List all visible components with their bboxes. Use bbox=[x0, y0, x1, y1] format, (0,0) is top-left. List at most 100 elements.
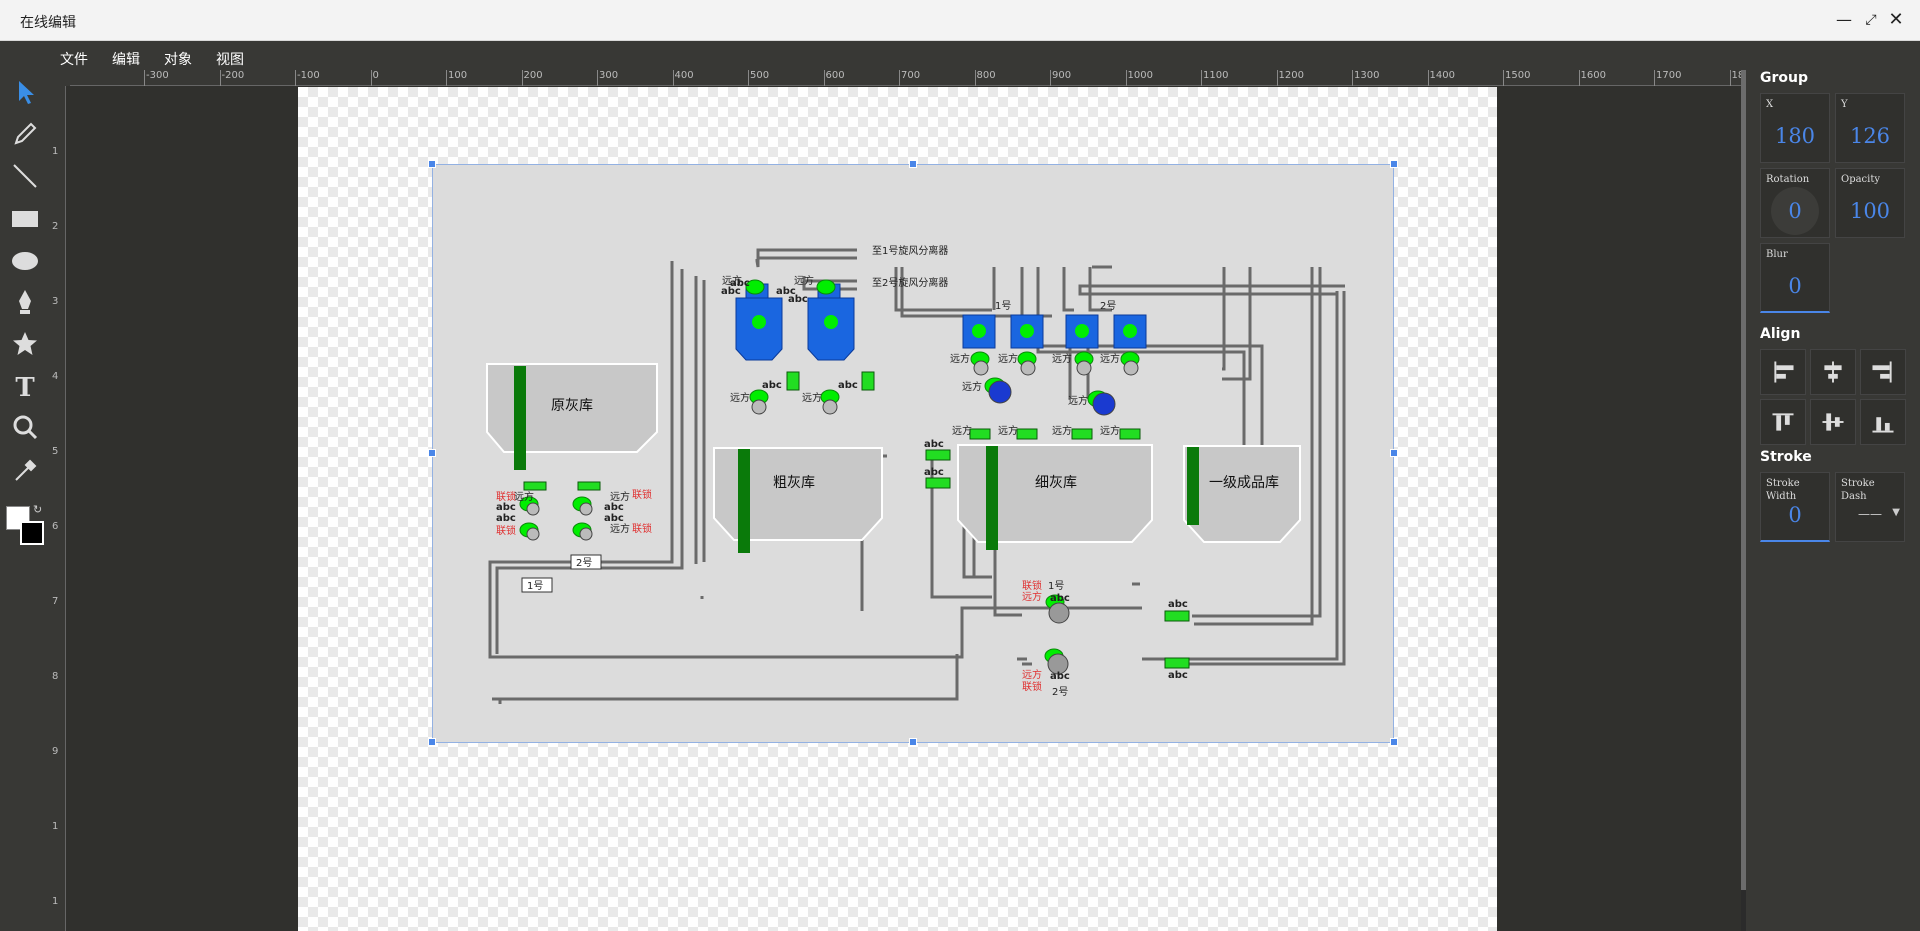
label-remote: 远方 bbox=[952, 424, 972, 437]
ruler-tick bbox=[1276, 70, 1278, 86]
label-no1-filters: 1号 bbox=[995, 300, 1011, 312]
selection-handle-sw[interactable] bbox=[428, 738, 436, 746]
blur-value[interactable]: 0 bbox=[1761, 274, 1829, 298]
ruler-tick bbox=[974, 70, 976, 86]
ruler-label: 200 bbox=[523, 70, 543, 81]
line-tool-icon[interactable] bbox=[10, 161, 40, 191]
stroke-width-value[interactable]: 0 bbox=[1761, 503, 1829, 527]
menu-file[interactable]: 文件 bbox=[60, 49, 88, 69]
minimize-icon[interactable]: — bbox=[1834, 10, 1854, 30]
rotation-value[interactable]: 0 bbox=[1761, 199, 1829, 223]
pencil-tool-icon[interactable] bbox=[10, 119, 40, 149]
text-tool-icon[interactable]: T bbox=[10, 371, 40, 401]
align-center-h-icon[interactable] bbox=[1810, 349, 1856, 395]
label-box-no1: 1号 bbox=[527, 580, 543, 592]
ruler-label: 100 bbox=[448, 70, 468, 81]
y-value[interactable]: 126 bbox=[1836, 124, 1904, 148]
chevron-down-icon[interactable]: ▼ bbox=[1892, 507, 1900, 518]
ruler-label: 1 bbox=[52, 896, 59, 907]
selection-handle-n[interactable] bbox=[909, 160, 917, 168]
align-top-icon[interactable] bbox=[1760, 399, 1806, 445]
selection-handle-ne[interactable] bbox=[1390, 160, 1398, 168]
ruler-label: 4 bbox=[52, 371, 59, 382]
ruler-tick bbox=[219, 70, 221, 86]
y-field[interactable]: Y 126 bbox=[1835, 93, 1905, 163]
ruler-label: -300 bbox=[146, 70, 169, 81]
opacity-value[interactable]: 100 bbox=[1836, 199, 1904, 223]
ruler-label: 1200 bbox=[1278, 70, 1304, 81]
rectangle-tool-icon[interactable] bbox=[10, 203, 40, 233]
label-interlock: 联锁 bbox=[632, 488, 652, 501]
eyedropper-tool-icon[interactable] bbox=[10, 455, 40, 485]
menu-object[interactable]: 对象 bbox=[164, 49, 192, 69]
selection-handle-e[interactable] bbox=[1390, 449, 1398, 457]
ruler-label: 1700 bbox=[1656, 70, 1682, 81]
rotation-field[interactable]: Rotation 0 bbox=[1760, 168, 1830, 238]
ruler-tick bbox=[1729, 70, 1731, 86]
ruler-label: 900 bbox=[1052, 70, 1072, 81]
silo-raw-label: 原灰库 bbox=[551, 398, 593, 414]
stroke-dash-field[interactable]: Stroke Dash —— ▼ bbox=[1835, 472, 1905, 542]
label-abc: abc bbox=[762, 380, 782, 391]
ruler-tick bbox=[748, 70, 749, 86]
label-interlock: 联锁 bbox=[496, 524, 516, 537]
stroke-width-field[interactable]: Stroke Width 0 bbox=[1760, 472, 1830, 542]
label-abc: abc bbox=[604, 513, 624, 524]
label-no2-filters: 2号 bbox=[1100, 300, 1116, 312]
silo-fine-label: 细灰库 bbox=[1035, 475, 1077, 491]
blur-field[interactable]: Blur 0 bbox=[1760, 243, 1830, 313]
process-diagram-group[interactable]: 原灰库 粗灰库 细灰库 一级成品库 至1号旋风分离器 至2号旋风分离器 1号 2… bbox=[432, 164, 1394, 743]
opacity-label: Opacity bbox=[1841, 174, 1881, 185]
ruler-label: 3 bbox=[52, 296, 59, 307]
x-field[interactable]: X 180 bbox=[1760, 93, 1830, 163]
x-value[interactable]: 180 bbox=[1761, 124, 1829, 148]
label-remote: 远方 bbox=[1068, 394, 1088, 407]
label-remote: 远方 bbox=[950, 352, 970, 365]
align-right-icon[interactable] bbox=[1860, 349, 1906, 395]
label-abc: abc bbox=[924, 467, 944, 478]
ruler-tick bbox=[899, 70, 900, 86]
menu-view[interactable]: 视图 bbox=[216, 49, 244, 69]
menu-edit[interactable]: 编辑 bbox=[112, 49, 140, 69]
swap-colors-icon[interactable]: ↻ bbox=[33, 503, 42, 516]
ruler-tick bbox=[1201, 70, 1202, 86]
ruler-label: 1100 bbox=[1203, 70, 1229, 81]
silo-coarse-ash: 粗灰库 bbox=[713, 447, 883, 553]
silo-product: 一级成品库 bbox=[1183, 445, 1301, 543]
label-abc: abc bbox=[924, 439, 944, 450]
group-title: Group bbox=[1760, 70, 1809, 86]
ellipse-tool-icon[interactable] bbox=[10, 245, 40, 275]
align-left-icon[interactable] bbox=[1760, 349, 1806, 395]
select-tool-icon[interactable] bbox=[10, 77, 40, 107]
label-remote: 远方 bbox=[722, 274, 742, 287]
align-bottom-icon[interactable] bbox=[1860, 399, 1906, 445]
ruler-label: 2 bbox=[52, 221, 59, 232]
label-abc: abc bbox=[1168, 599, 1188, 610]
stroke-color-swatch[interactable] bbox=[20, 521, 44, 545]
silo-fine-ash: 细灰库 bbox=[957, 444, 1153, 550]
ruler-label: 1600 bbox=[1580, 70, 1606, 81]
selection-handle-nw[interactable] bbox=[428, 160, 436, 168]
ruler-label: -200 bbox=[221, 70, 245, 81]
label-abc: abc bbox=[496, 502, 516, 513]
label-remote: 远方 bbox=[962, 380, 982, 393]
selection-handle-se[interactable] bbox=[1390, 738, 1398, 746]
selection-handle-s[interactable] bbox=[909, 738, 917, 746]
ruler-tick bbox=[370, 70, 372, 86]
maximize-icon[interactable]: ⤢ bbox=[1861, 10, 1881, 30]
pen-tool-icon[interactable] bbox=[10, 287, 40, 317]
opacity-field[interactable]: Opacity 100 bbox=[1835, 168, 1905, 238]
label-remote: 远方 bbox=[1052, 352, 1072, 365]
label-remote: 远方 bbox=[1022, 668, 1042, 681]
ruler-label: 1000 bbox=[1127, 70, 1153, 81]
close-icon[interactable]: ✕ bbox=[1886, 10, 1906, 30]
align-middle-v-icon[interactable] bbox=[1810, 399, 1856, 445]
stroke-width-label: Stroke Width bbox=[1766, 478, 1800, 502]
ruler-label: 300 bbox=[599, 70, 619, 81]
star-tool-icon[interactable] bbox=[10, 329, 40, 359]
selection-handle-w[interactable] bbox=[428, 449, 436, 457]
zoom-tool-icon[interactable] bbox=[10, 413, 40, 443]
label-remote: 远方 bbox=[794, 274, 814, 287]
label-interlock: 联锁 bbox=[1022, 680, 1042, 693]
label-remote: 远方 bbox=[730, 391, 750, 404]
